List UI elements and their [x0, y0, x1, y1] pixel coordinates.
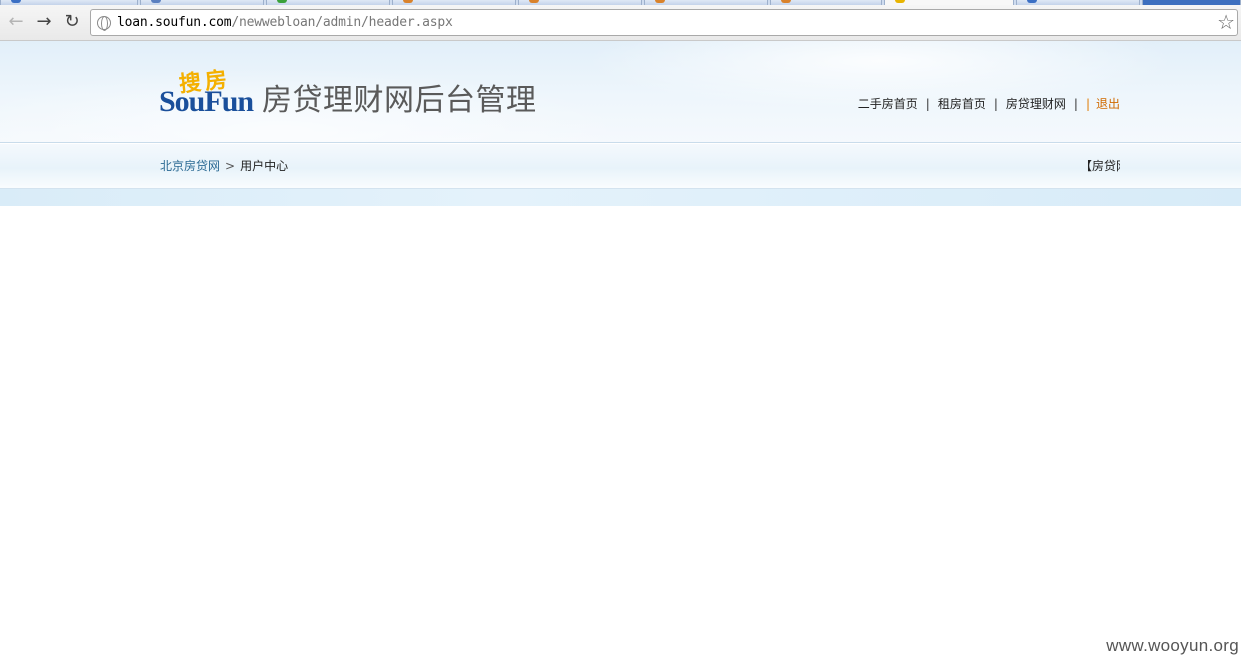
reload-icon[interactable]: ↻: [62, 11, 82, 33]
top-nav-links: 二手房首页 | 租房首页 | 房贷理财网 | | 退出: [858, 96, 1120, 112]
logo-soufun[interactable]: SouFun: [159, 87, 254, 117]
url-text[interactable]: loan.soufun.com/newwebloan/admin/header.…: [117, 15, 453, 30]
browser-tab[interactable]: [1142, 0, 1241, 5]
breadcrumb-bar: 北京房贷网 > 用户中心 【房贷网: [0, 144, 1241, 189]
browser-toolbar: ← → ↻ loan.soufun.com/newwebloan/admin/h…: [0, 0, 1241, 41]
separator: |: [1073, 97, 1078, 111]
separator: |: [993, 97, 998, 111]
watermark: www.wooyun.org: [1106, 636, 1239, 655]
back-arrow-icon[interactable]: ←: [6, 11, 26, 33]
browser-tab[interactable]: [392, 0, 516, 5]
globe-icon: [97, 16, 111, 31]
url-host: loan.soufun.com: [117, 15, 232, 30]
browser-tab[interactable]: [644, 0, 768, 5]
link-rent-home[interactable]: 租房首页: [938, 97, 986, 111]
link-secondhand-home[interactable]: 二手房首页: [858, 97, 918, 111]
bookmark-star-icon[interactable]: ☆: [1217, 11, 1235, 33]
breadcrumb: 北京房贷网 > 用户中心: [160, 158, 288, 174]
site-header: 搜房 SouFun 房贷理财网后台管理 二手房首页 | 租房首页 | 房贷理财网 | | 退出: [0, 41, 1241, 143]
browser-tab[interactable]: [266, 0, 390, 5]
url-path: /newwebloan/admin/header.aspx: [231, 15, 453, 30]
page-content: 搜房 SouFun 房贷理财网后台管理 二手房首页 | 租房首页 | 房贷理财网 | | 退出…: [0, 41, 1241, 659]
separator: |: [1085, 97, 1090, 111]
browser-tab[interactable]: [1016, 0, 1140, 5]
breadcrumb-current: 用户中心: [240, 159, 289, 173]
breadcrumb-arrow-icon: >: [225, 159, 236, 173]
link-loan-finance[interactable]: 房贷理财网: [1006, 97, 1066, 111]
tab-strip: [0, 0, 1241, 5]
header-bottom-strip: [0, 189, 1241, 206]
browser-tab-active[interactable]: [884, 0, 1014, 5]
browser-tab[interactable]: [518, 0, 642, 5]
browser-tab[interactable]: [0, 0, 138, 5]
logout-link[interactable]: 退出: [1096, 97, 1120, 111]
address-bar[interactable]: loan.soufun.com/newwebloan/admin/header.…: [90, 9, 1238, 36]
forward-arrow-icon[interactable]: →: [34, 11, 54, 33]
browser-tab[interactable]: [140, 0, 264, 5]
clipped-right-text: 【房贷网: [1080, 159, 1120, 173]
breadcrumb-home-link[interactable]: 北京房贷网: [160, 159, 220, 173]
page-title: 房贷理财网后台管理: [262, 83, 537, 118]
browser-tab[interactable]: [770, 0, 882, 5]
separator: |: [925, 97, 930, 111]
